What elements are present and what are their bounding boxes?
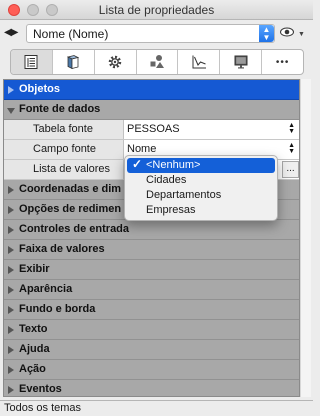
disclosure-triangle-icon[interactable] <box>8 266 14 274</box>
eye-icon[interactable] <box>280 27 294 37</box>
prev-next-arrows-icon[interactable]: ◀▶ <box>4 27 18 38</box>
disclosure-triangle-icon[interactable] <box>8 386 14 394</box>
tab-shapes[interactable] <box>137 50 179 74</box>
popup-option-nenhum[interactable]: ✓ <Nenhum> <box>127 157 275 173</box>
disclosure-triangle-icon[interactable] <box>8 326 14 334</box>
tab-settings[interactable] <box>95 50 137 74</box>
category-exibir[interactable]: Exibir <box>4 260 299 280</box>
select-stepper-icon[interactable]: ▲ ▼ <box>259 25 274 42</box>
tab-more[interactable]: ••• <box>262 50 303 74</box>
stepper-arrows-icon[interactable]: ▲ ▼ <box>288 122 295 135</box>
category-ajuda[interactable]: Ajuda <box>4 340 299 360</box>
title-bar: Lista de propriedades <box>0 0 313 20</box>
more-icon: ••• <box>275 56 290 68</box>
popup-option-empresas[interactable]: Empresas <box>125 203 277 218</box>
ellipsis-button[interactable]: ... <box>282 161 299 178</box>
disclosure-triangle-icon[interactable] <box>8 346 14 354</box>
stepper-arrows-icon[interactable]: ▲ ▼ <box>288 142 295 155</box>
tab-properties-list[interactable] <box>11 50 53 74</box>
disclosure-triangle-icon[interactable] <box>8 306 14 314</box>
tabela-fonte-select[interactable]: PESSOAS ▲ ▼ <box>124 120 299 139</box>
tab-display[interactable] <box>220 50 263 74</box>
object-select[interactable]: Nome (Nome) ▲ ▼ <box>26 24 275 43</box>
lista-de-valores-popup: ✓ <Nenhum> Cidades Departamentos Empresa… <box>124 155 278 221</box>
category-fundo-e-borda[interactable]: Fundo e borda <box>4 300 299 320</box>
disclosure-triangle-icon[interactable] <box>8 226 14 234</box>
popup-option-departamentos[interactable]: Departamentos <box>125 188 277 203</box>
tab-help-book[interactable] <box>53 50 95 74</box>
disclosure-triangle-icon[interactable] <box>8 186 14 194</box>
shapes-icon <box>150 55 164 68</box>
category-eventos[interactable]: Eventos <box>4 380 299 396</box>
line-chart-icon <box>192 55 206 69</box>
category-aparencia[interactable]: Aparência <box>4 280 299 300</box>
window-title: Lista de propriedades <box>98 3 215 17</box>
vertical-scrollbar[interactable] <box>300 79 311 397</box>
disclosure-triangle-icon[interactable] <box>8 286 14 294</box>
book-icon <box>67 55 80 70</box>
category-texto[interactable]: Texto <box>4 320 299 340</box>
checkmark-icon: ✓ <box>132 157 143 171</box>
property-grid: Objetos Fonte de dados Tabela fonte PESS… <box>3 79 300 397</box>
popup-option-cidades[interactable]: Cidades <box>125 173 277 188</box>
properties-list-icon <box>24 55 38 69</box>
property-name: Lista de valores <box>4 160 124 179</box>
object-selector-bar: ◀▶ Nome (Nome) ▲ ▼ ▼ <box>0 21 313 45</box>
category-controles-de-entrada[interactable]: Controles de entrada <box>4 220 299 240</box>
property-name: Campo fonte <box>4 140 124 159</box>
category-faixa-de-valores[interactable]: Faixa de valores <box>4 240 299 260</box>
category-fonte-de-dados[interactable]: Fonte de dados <box>4 100 299 120</box>
tab-chart[interactable] <box>178 50 221 74</box>
category-acao[interactable]: Ação <box>4 360 299 380</box>
object-select-value: Nome (Nome) <box>33 27 109 41</box>
property-row-tabela-fonte: Tabela fonte PESSOAS ▲ ▼ <box>4 120 299 140</box>
disclosure-triangle-icon[interactable] <box>8 86 14 94</box>
category-objetos[interactable]: Objetos <box>4 80 299 100</box>
disclosure-triangle-open-icon[interactable] <box>7 108 15 114</box>
gear-icon <box>108 55 122 69</box>
eye-menu-caret-icon[interactable]: ▼ <box>298 31 305 38</box>
disclosure-triangle-icon[interactable] <box>8 366 14 374</box>
disclosure-triangle-icon[interactable] <box>8 206 14 214</box>
monitor-icon <box>234 55 248 69</box>
property-name: Tabela fonte <box>4 120 124 139</box>
disclosure-triangle-icon[interactable] <box>8 246 14 254</box>
status-bar: Todos os temas <box>0 400 313 416</box>
theme-toolbar: ••• <box>10 49 304 75</box>
